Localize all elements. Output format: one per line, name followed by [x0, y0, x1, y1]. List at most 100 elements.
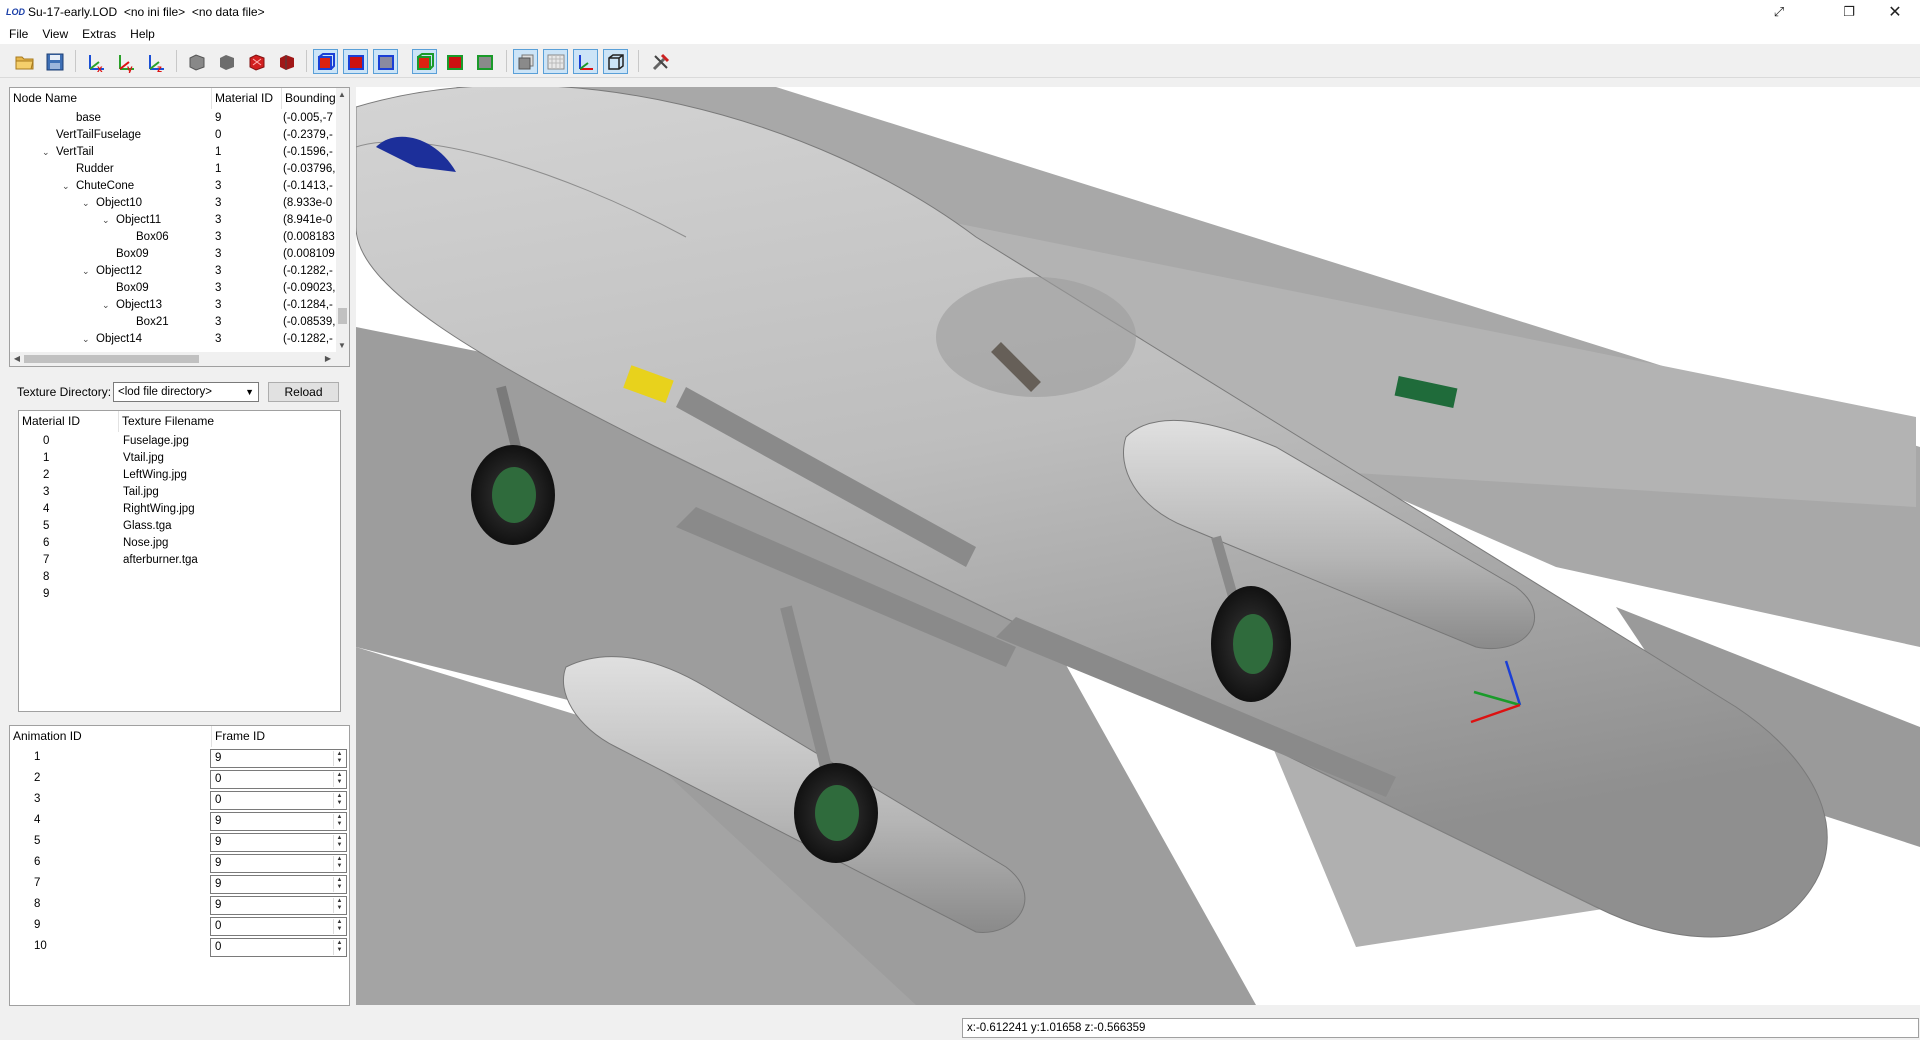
texture-row[interactable]: 1 Vtail.jpg	[19, 450, 339, 467]
scroll-thumb[interactable]	[24, 355, 199, 363]
spin-down-icon[interactable]: ▼	[334, 947, 345, 954]
scroll-right-icon[interactable]: ▶	[322, 353, 334, 365]
frame-id-spinbox[interactable]: 9 ▲ ▼	[210, 854, 347, 873]
frame-id-spinbox[interactable]: 9 ▲ ▼	[210, 896, 347, 915]
column-header-material-id[interactable]: Material ID	[212, 88, 282, 109]
spin-down-icon[interactable]: ▼	[334, 842, 345, 849]
spin-down-icon[interactable]: ▼	[334, 758, 345, 765]
restore-icon[interactable]: ❐	[1826, 0, 1872, 24]
spin-up-icon[interactable]: ▲	[334, 898, 345, 905]
chevron-down-icon[interactable]: ⌄	[102, 212, 112, 229]
frame-id-spinbox[interactable]: 0 ▲ ▼	[210, 917, 347, 936]
tree-row[interactable]: ⌄ ChuteCone 3 (-0.1413,-	[10, 178, 340, 195]
axes-toggle-icon[interactable]	[573, 49, 598, 74]
reset-z-axis-icon[interactable]: z	[144, 49, 169, 74]
spin-down-icon[interactable]: ▼	[334, 905, 345, 912]
grid-toggle-icon[interactable]	[543, 49, 568, 74]
texture-row[interactable]: 0 Fuselage.jpg	[19, 433, 339, 450]
spin-down-icon[interactable]: ▼	[334, 926, 345, 933]
spin-up-icon[interactable]: ▲	[334, 751, 345, 758]
tree-row[interactable]: Box09 3 (0.008109	[10, 246, 340, 263]
menu-extras[interactable]: Extras	[75, 24, 123, 44]
frame-id-spinbox[interactable]: 0 ▲ ▼	[210, 938, 347, 957]
spin-down-icon[interactable]: ▼	[334, 863, 345, 870]
column-header-frame-id[interactable]: Frame ID	[212, 726, 349, 747]
tree-horizontal-scrollbar[interactable]: ◀ ▶	[10, 352, 349, 366]
tree-row[interactable]: Box09 3 (-0.09023,	[10, 280, 340, 297]
column-header-material-id[interactable]: Material ID	[19, 411, 119, 432]
tree-row[interactable]: ⌄ Object12 3 (-0.1282,-	[10, 263, 340, 280]
tree-vertical-scrollbar[interactable]: ▲ ▼	[336, 88, 349, 353]
spin-up-icon[interactable]: ▲	[334, 835, 345, 842]
open-folder-icon[interactable]	[12, 49, 37, 74]
tree-row[interactable]: Box06 3 (0.008183	[10, 229, 340, 246]
bbox-blue-outline-icon[interactable]	[373, 49, 398, 74]
bbox-green-wire-icon[interactable]	[412, 49, 437, 74]
menu-view[interactable]: View	[35, 24, 75, 44]
texture-directory-select[interactable]: <lod file directory> ▼	[113, 382, 259, 402]
menu-help[interactable]: Help	[123, 24, 162, 44]
chevron-down-icon[interactable]: ⌄	[62, 178, 72, 195]
close-icon[interactable]: ✕	[1872, 0, 1918, 24]
reload-button[interactable]: Reload	[268, 382, 339, 402]
bbox-blue-wire-icon[interactable]	[313, 49, 338, 74]
texture-row[interactable]: 5 Glass.tga	[19, 518, 339, 535]
tree-row[interactable]: ⌄ Object11 3 (8.941e-0	[10, 212, 340, 229]
spin-up-icon[interactable]: ▲	[334, 772, 345, 779]
menu-file[interactable]: File	[2, 24, 35, 44]
column-header-node-name[interactable]: Node Name	[10, 88, 212, 109]
texture-row[interactable]: 9	[19, 586, 339, 603]
render-solid-gray-icon[interactable]	[184, 49, 209, 74]
bbox-blue-solid-icon[interactable]	[343, 49, 368, 74]
frame-id-spinbox[interactable]: 0 ▲ ▼	[210, 770, 347, 789]
tree-row[interactable]: ⌄ Object13 3 (-0.1284,-	[10, 297, 340, 314]
tree-row[interactable]: ⌄ Object14 3 (-0.1282,-	[10, 331, 340, 348]
spin-down-icon[interactable]: ▼	[334, 821, 345, 828]
texture-table[interactable]: Material ID Texture Filename 0 Fuselage.j…	[18, 410, 341, 712]
column-header-texture-filename[interactable]: Texture Filename	[119, 411, 339, 432]
tree-row[interactable]: VertTailFuselage 0 (-0.2379,-	[10, 127, 340, 144]
texture-row[interactable]: 3 Tail.jpg	[19, 484, 339, 501]
chevron-down-icon[interactable]: ⌄	[42, 144, 52, 161]
tree-row[interactable]: ⌄ Object10 3 (8.933e-0	[10, 195, 340, 212]
texture-row[interactable]: 8	[19, 569, 339, 586]
tree-row[interactable]: ⌄ VertTail 1 (-0.1596,-	[10, 144, 340, 161]
spin-up-icon[interactable]: ▲	[334, 814, 345, 821]
texture-row[interactable]: 7 afterburner.tga	[19, 552, 339, 569]
texture-toggle-icon[interactable]	[513, 49, 538, 74]
spin-up-icon[interactable]: ▲	[334, 919, 345, 926]
render-dark-red-icon[interactable]	[274, 49, 299, 74]
scroll-thumb[interactable]	[338, 308, 347, 324]
frame-id-spinbox[interactable]: 9 ▲ ▼	[210, 875, 347, 894]
chevron-down-icon[interactable]: ⌄	[82, 195, 92, 212]
column-header-animation-id[interactable]: Animation ID	[10, 726, 212, 747]
scroll-left-icon[interactable]: ◀	[11, 353, 23, 365]
chevron-down-icon[interactable]: ⌄	[82, 331, 92, 348]
reset-x-axis-icon[interactable]: x	[84, 49, 109, 74]
3d-viewport[interactable]	[356, 87, 1920, 1005]
bbox-green-solid-icon[interactable]	[442, 49, 467, 74]
bbox-green-outline-icon[interactable]	[472, 49, 497, 74]
render-flat-gray-icon[interactable]	[214, 49, 239, 74]
chevron-down-icon[interactable]: ⌄	[102, 297, 112, 314]
chevron-down-icon[interactable]: ⌄	[82, 263, 92, 280]
spin-up-icon[interactable]: ▲	[334, 856, 345, 863]
texture-row[interactable]: 2 LeftWing.jpg	[19, 467, 339, 484]
frame-id-spinbox[interactable]: 0 ▲ ▼	[210, 791, 347, 810]
spin-up-icon[interactable]: ▲	[334, 940, 345, 947]
spin-down-icon[interactable]: ▼	[334, 800, 345, 807]
texture-row[interactable]: 4 RightWing.jpg	[19, 501, 339, 518]
render-solid-red-icon[interactable]	[244, 49, 269, 74]
tree-row[interactable]: base 9 (-0.005,-7	[10, 110, 340, 127]
spin-up-icon[interactable]: ▲	[334, 793, 345, 800]
scroll-up-icon[interactable]: ▲	[336, 89, 348, 101]
texture-row[interactable]: 6 Nose.jpg	[19, 535, 339, 552]
tools-icon[interactable]	[648, 49, 673, 74]
spin-down-icon[interactable]: ▼	[334, 884, 345, 891]
animation-table[interactable]: Animation ID Frame ID 1 9 ▲ ▼ 2 0 ▲ ▼ 3 0 ▲ ▼ 4 9 ▲ ▼ 5 9…	[9, 725, 350, 1006]
column-header-bounding[interactable]: Bounding	[282, 88, 337, 109]
frame-id-spinbox[interactable]: 9 ▲ ▼	[210, 833, 347, 852]
save-icon[interactable]	[42, 49, 67, 74]
spin-down-icon[interactable]: ▼	[334, 779, 345, 786]
node-tree[interactable]: Node Name Material ID Bounding base 9 (-0.…	[9, 87, 350, 367]
